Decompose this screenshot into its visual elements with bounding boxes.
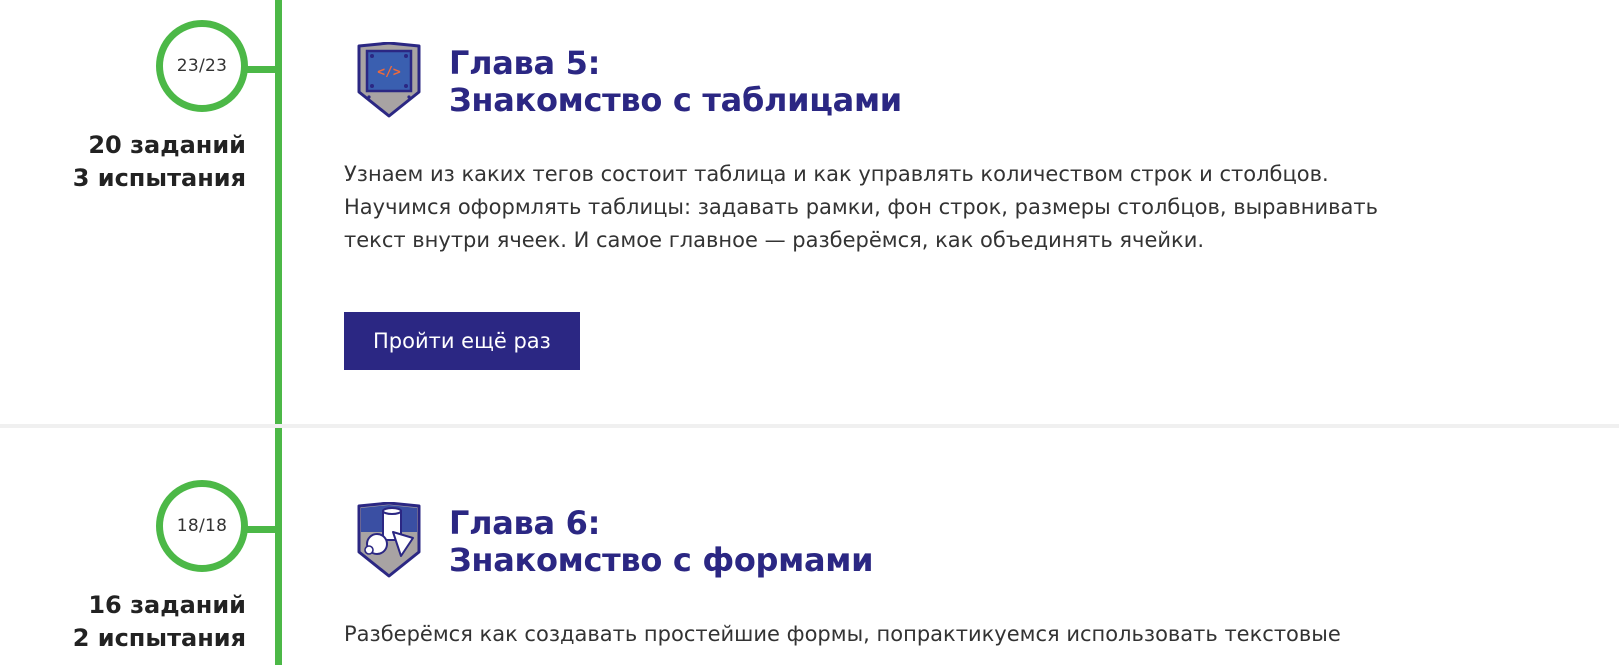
timeline-connector	[247, 66, 277, 73]
progress-count: 18/18	[176, 516, 228, 536]
challenges-count: 3 испытания	[72, 164, 246, 192]
description-line: Научимся оформлять таблицы: задавать рам…	[344, 195, 1378, 219]
tasks-count: 20 заданий	[88, 131, 246, 159]
tasks-count: 16 заданий	[88, 591, 246, 619]
chapter-title: Глава 6: Знакомство с формами	[449, 504, 874, 579]
challenges-count: 2 испытания	[72, 624, 246, 652]
chapter-number: Глава 5:	[449, 44, 601, 82]
timeline-line	[275, 0, 282, 665]
chapter-name: Знакомство с формами	[449, 541, 874, 579]
progress-circle: 23/23	[156, 20, 248, 112]
shapes-badge-icon	[357, 502, 421, 578]
progress-circle: 18/18	[156, 480, 248, 572]
chapter-description: Разберёмся как создавать простейшие форм…	[344, 618, 1424, 651]
code-board-badge-icon: </>	[357, 42, 421, 118]
description-line: Узнаем из каких тегов состоит таблица и …	[344, 162, 1329, 186]
description-line: Разберёмся как создавать простейшие форм…	[344, 622, 1341, 646]
timeline-connector	[247, 526, 277, 533]
chapter-name: Знакомство с таблицами	[449, 81, 902, 119]
chapter-title: Глава 5: Знакомство с таблицами	[449, 45, 902, 119]
progress-count: 23/23	[176, 56, 228, 76]
retry-button[interactable]: Пройти ещё раз	[344, 312, 580, 370]
chapter-stats: 16 заданий 2 испытания	[73, 589, 246, 655]
svg-text:</>: </>	[377, 65, 401, 80]
chapter-divider	[0, 424, 1619, 428]
chapter-description: Узнаем из каких тегов состоит таблица и …	[344, 158, 1424, 257]
chapter-stats: 20 заданий 3 испытания	[73, 129, 246, 195]
description-line: текст внутри ячеек. И самое главное — ра…	[344, 228, 1205, 252]
chapter-number: Глава 6:	[449, 504, 601, 542]
